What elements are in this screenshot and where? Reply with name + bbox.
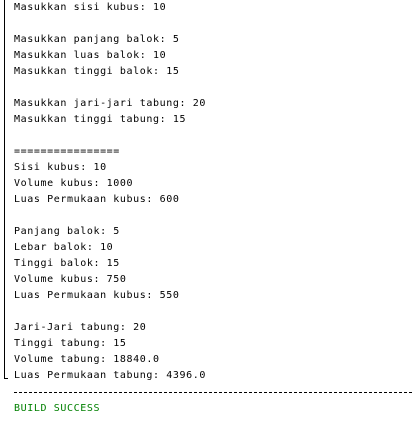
- console-line: Luas Permukaan tabung: 4396.0: [14, 370, 206, 381]
- fold-gutter-end: [4, 378, 8, 379]
- console-line: Volume tabung: 18840.0: [14, 354, 160, 365]
- console-line: Tinggi tabung: 15: [14, 338, 127, 349]
- console-line: Masukkan tinggi balok: 15: [14, 66, 180, 77]
- console-line: Volume kubus: 1000: [14, 178, 134, 189]
- fold-gutter-line: [4, 0, 5, 379]
- console-line: Masukkan sisi kubus: 10: [14, 2, 167, 13]
- console-line: Masukkan jari-jari tabung: 20: [14, 98, 206, 109]
- build-status-text: BUILD SUCCESS: [14, 403, 101, 414]
- build-separator: [14, 392, 412, 393]
- console-line: Luas Permukaan kubus: 550: [14, 290, 180, 301]
- console-line: Sisi kubus: 10: [14, 162, 107, 173]
- console-line: Panjang balok: 5: [14, 226, 120, 237]
- output-console[interactable]: Masukkan sisi kubus: 10 Masukkan panjang…: [0, 0, 414, 423]
- console-line: Lebar balok: 10: [14, 242, 114, 253]
- console-line: Masukkan panjang balok: 5: [14, 34, 180, 45]
- console-line: Masukkan luas balok: 10: [14, 50, 167, 61]
- console-line: Jari-Jari tabung: 20: [14, 322, 147, 333]
- console-separator-line: ================: [14, 146, 120, 157]
- console-line: Luas Permukaan kubus: 600: [14, 194, 180, 205]
- console-line: Volume kubus: 750: [14, 274, 127, 285]
- console-line: Masukkan tinggi tabung: 15: [14, 114, 187, 125]
- console-line: Tinggi balok: 15: [14, 258, 120, 269]
- console-output-lines: Masukkan sisi kubus: 10 Masukkan panjang…: [14, 0, 206, 384]
